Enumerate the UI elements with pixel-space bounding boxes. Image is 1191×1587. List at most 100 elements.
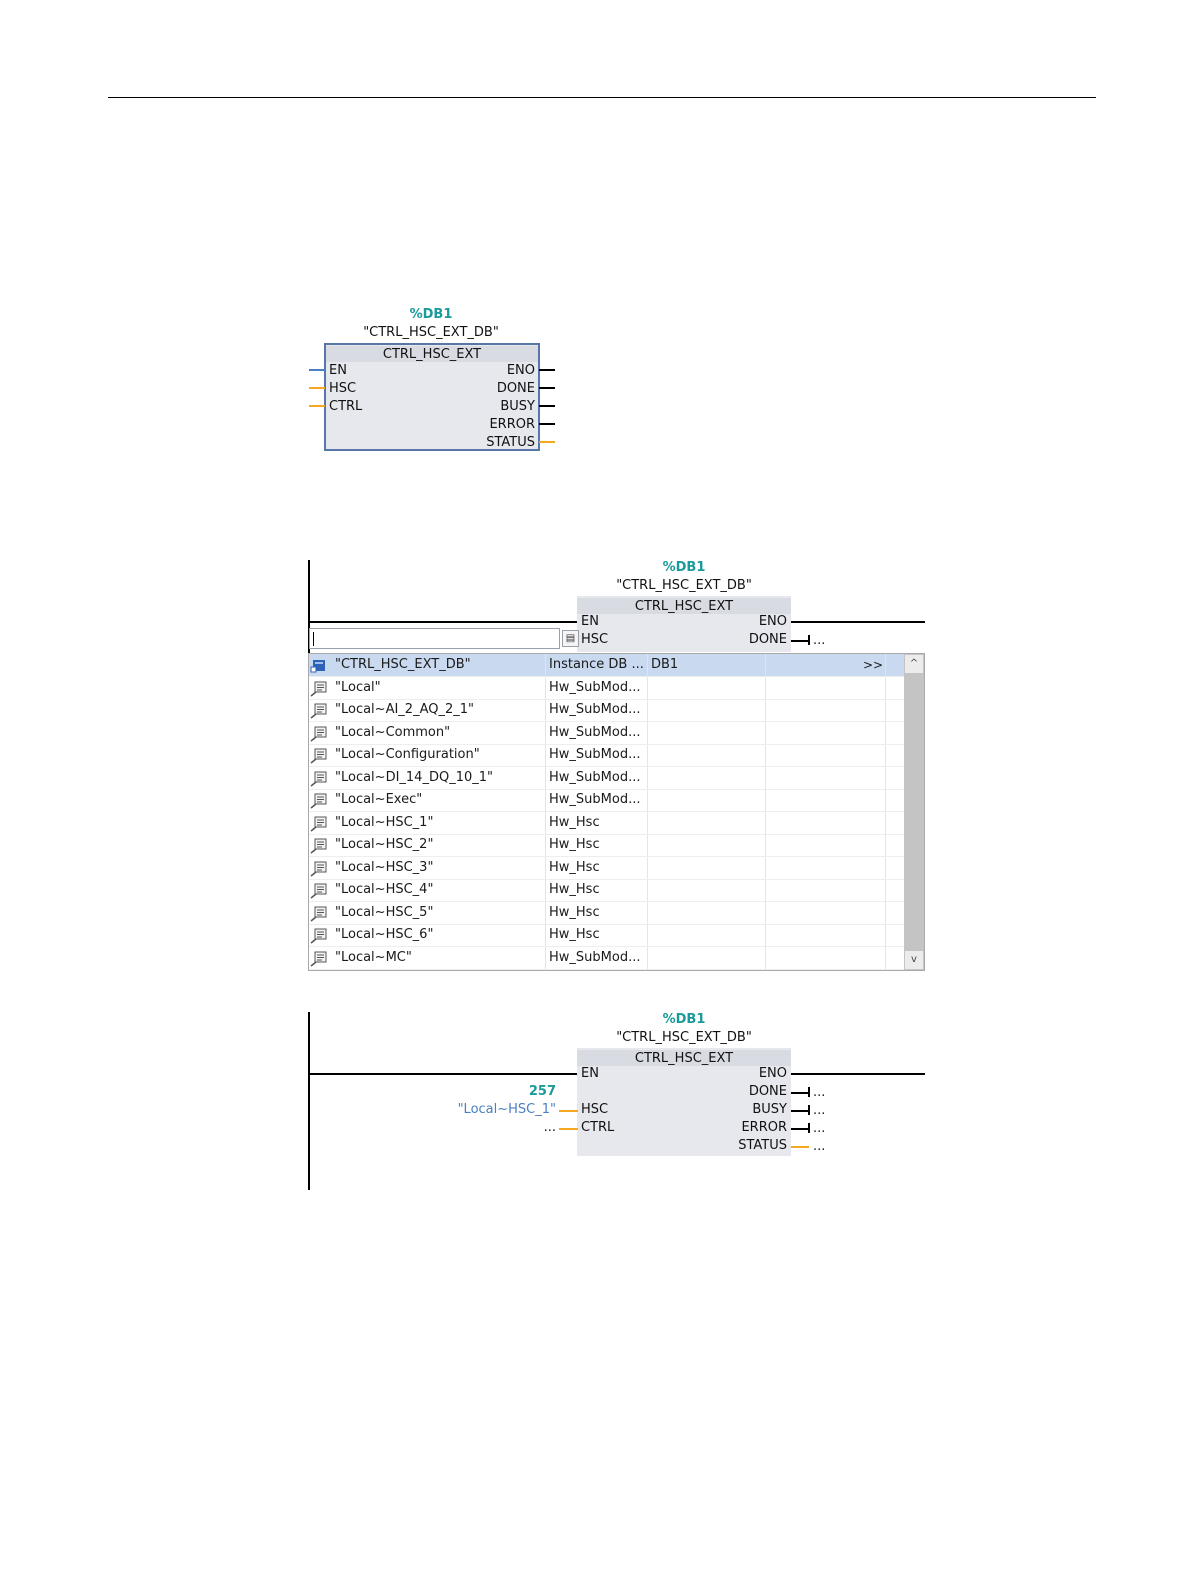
rung-wire-left [308, 1073, 578, 1075]
tag-address [651, 722, 763, 744]
status-parameter[interactable]: ... [813, 1138, 825, 1156]
column-separator [545, 946, 546, 969]
tag-list-item[interactable]: "Local~Exec" Hw_SubMod... [309, 789, 905, 812]
hw-tag-icon [309, 789, 331, 811]
tag-list-item[interactable]: "Local~Common" Hw_SubMod... [309, 721, 905, 745]
tag-address [651, 744, 763, 766]
column-separator [545, 834, 546, 856]
done-parameter[interactable]: ... [813, 1084, 825, 1102]
function-block[interactable]: CTRL_HSC_EXT EN HSC ENO DONE [577, 596, 791, 652]
column-separator [647, 834, 648, 856]
ctrl-input-wire [559, 1128, 578, 1130]
text-caret [313, 632, 314, 646]
column-separator [765, 901, 766, 924]
status-output-wire [791, 1146, 809, 1148]
column-separator [885, 721, 886, 744]
tag-name: "Local~HSC_2" [335, 837, 434, 852]
column-separator [545, 654, 546, 676]
pin-en: EN [581, 614, 599, 629]
function-block[interactable]: CTRL_HSC_EXT EN HSC CTRL ENO DONE BUSY E… [577, 1048, 791, 1156]
rung-wire-right [791, 1073, 925, 1075]
error-output-wire [539, 423, 555, 425]
tag-list-item[interactable]: "Local~Configuration" Hw_SubMod... [309, 744, 905, 767]
tag-data-type: Hw_Hsc [549, 859, 600, 875]
done-output-wire [791, 640, 809, 642]
column-separator [545, 676, 546, 699]
error-output-terminal [808, 1123, 810, 1133]
tag-list-item[interactable]: "Local~HSC_5" Hw_Hsc [309, 901, 905, 925]
list-scrollbar[interactable]: ^ v [904, 654, 924, 970]
tag-input-field[interactable] [309, 628, 560, 649]
tag-list-item[interactable]: "CTRL_HSC_EXT_DB" Instance DB ... DB1 >> [309, 654, 905, 677]
en-input-wire [309, 369, 325, 371]
column-separator [647, 811, 648, 834]
error-parameter[interactable]: ... [813, 1120, 825, 1138]
busy-output-wire [539, 405, 555, 407]
tag-list-item[interactable]: "Local~HSC_2" Hw_Hsc [309, 834, 905, 857]
pin-busy: BUSY [500, 399, 535, 414]
function-block[interactable]: CTRL_HSC_EXT EN HSC CTRL ENO DONE BUSY E… [324, 343, 540, 451]
pin-done: DONE [748, 632, 787, 647]
pin-busy: BUSY [752, 1102, 787, 1117]
tag-data-type: Hw_SubMod... [549, 769, 641, 785]
column-separator [765, 924, 766, 946]
tag-data-type: Hw_SubMod... [549, 747, 641, 762]
tag-name: "Local" [335, 679, 381, 695]
column-separator [765, 856, 766, 879]
tag-address [651, 812, 763, 834]
expand-details-button[interactable]: >> [863, 654, 883, 676]
scroll-up-icon[interactable]: ^ [905, 655, 923, 673]
tag-list-item[interactable]: "Local~AI_2_AQ_2_1" Hw_SubMod... [309, 699, 905, 722]
eno-output-wire [539, 369, 555, 371]
column-separator [885, 879, 886, 901]
open-list-icon[interactable]: ▤ [562, 630, 579, 647]
column-separator [885, 856, 886, 879]
column-separator [647, 946, 648, 969]
column-separator [885, 789, 886, 811]
hsc-hw-id-value: 257 [528, 1084, 556, 1099]
tag-list-item[interactable]: "Local~MC" Hw_SubMod... [309, 946, 905, 970]
tag-address [651, 677, 763, 699]
hw-tag-icon [309, 722, 331, 744]
column-separator [765, 721, 766, 744]
tag-list-item[interactable]: "Local~HSC_4" Hw_Hsc [309, 879, 905, 902]
pin-eno: ENO [758, 1066, 787, 1081]
tag-list-item[interactable]: "Local" Hw_SubMod... [309, 676, 905, 700]
pin-ctrl: CTRL [329, 399, 363, 414]
tag-list-item[interactable]: "Local~HSC_6" Hw_Hsc [309, 924, 905, 947]
done-output-terminal [808, 635, 810, 645]
column-separator [545, 744, 546, 766]
pin-error: ERROR [489, 417, 535, 432]
tag-dropdown-list[interactable]: "Local~MC" Hw_SubMod... "Local~HSC_6" Hw_Hs… [308, 653, 925, 971]
tag-address: DB1 [651, 657, 679, 672]
pin-en: EN [581, 1066, 599, 1081]
hw-tag-icon [309, 879, 331, 901]
column-separator [545, 924, 546, 946]
scroll-down-icon[interactable]: v [905, 951, 923, 969]
tag-name: "Local~HSC_4" [335, 882, 434, 897]
tag-list-item[interactable]: "Local~HSC_1" Hw_Hsc [309, 811, 905, 835]
tag-data-type: Hw_SubMod... [549, 702, 641, 717]
tag-name: "Local~Exec" [335, 792, 423, 807]
column-separator [765, 766, 766, 789]
tag-name: "Local~HSC_6" [335, 927, 434, 942]
hsc-tag-parameter[interactable]: "Local~HSC_1" [400, 1101, 556, 1119]
done-output-terminal [808, 1087, 810, 1097]
block-type-title: CTRL_HSC_EXT [634, 599, 734, 614]
tag-data-type: Hw_Hsc [549, 814, 600, 830]
column-separator [545, 901, 546, 924]
pin-hsc: HSC [581, 632, 609, 647]
column-separator [765, 699, 766, 721]
done-output-wire [539, 387, 555, 389]
tag-name: "Local~DI_14_DQ_10_1" [335, 769, 493, 785]
busy-parameter[interactable]: ... [813, 1102, 825, 1120]
db-number-label: %DB1 [662, 560, 706, 575]
tag-list-item[interactable]: "Local~DI_14_DQ_10_1" Hw_SubMod... [309, 766, 905, 790]
ctrl-parameter[interactable]: ... [500, 1119, 556, 1137]
hw-tag-icon [309, 677, 331, 699]
tag-data-type: Hw_SubMod... [549, 949, 641, 965]
tag-list-item[interactable]: "Local~HSC_3" Hw_Hsc [309, 856, 905, 880]
pin-en: EN [329, 363, 347, 378]
tag-address [651, 767, 763, 789]
tag-address [651, 947, 763, 969]
